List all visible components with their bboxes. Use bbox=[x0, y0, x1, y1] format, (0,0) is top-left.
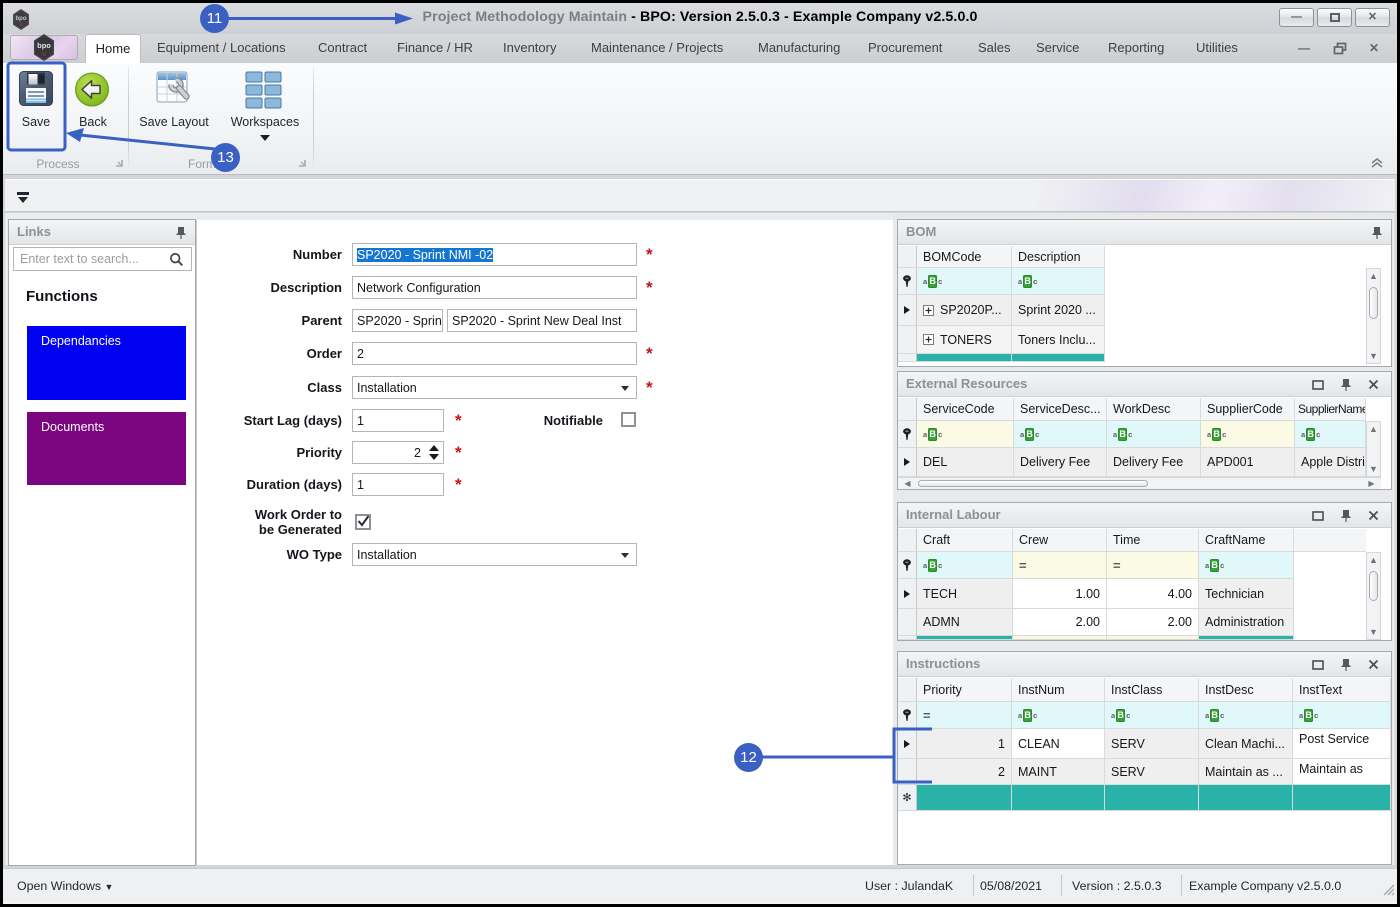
svg-text:u: u bbox=[42, 51, 46, 58]
svg-text:bpo: bpo bbox=[37, 41, 51, 50]
